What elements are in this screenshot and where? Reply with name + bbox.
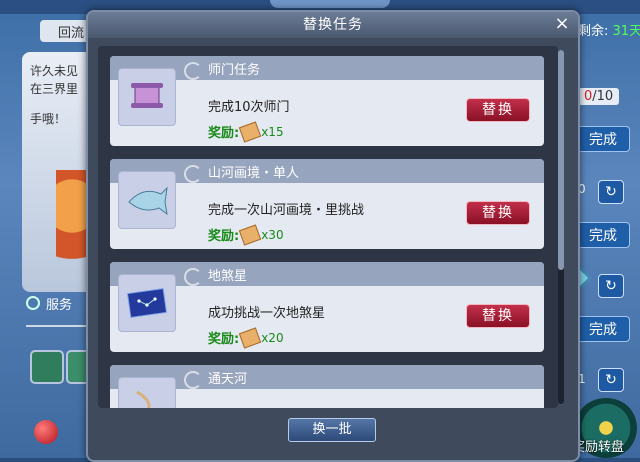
refresh-icon[interactable]: ↻ bbox=[598, 180, 624, 204]
reward-amount: x20 bbox=[261, 330, 284, 345]
speech-line: 在三界里 bbox=[30, 82, 79, 96]
task-title: 通天河 bbox=[208, 372, 248, 387]
task-reward: 奖励: x15 bbox=[208, 120, 284, 143]
reward-label: 奖励: bbox=[208, 229, 240, 244]
reward-label: 奖励: bbox=[208, 126, 240, 141]
reward-amount: x15 bbox=[261, 124, 284, 139]
refresh-icon[interactable]: ↻ bbox=[598, 368, 624, 392]
speech-line: 许久未见 bbox=[30, 64, 79, 78]
task-card: 地煞星 成功挑战一次地煞星 奖励: x20 替换 bbox=[110, 262, 544, 352]
count-total: /10 bbox=[592, 89, 614, 104]
reward-scroll-icon bbox=[239, 223, 262, 246]
scrollbar-thumb[interactable] bbox=[558, 50, 564, 270]
bow-icon bbox=[118, 377, 176, 408]
remaining-days: 剩余: 31天 bbox=[578, 20, 640, 39]
service-section: 服务 bbox=[26, 294, 72, 313]
complete-button[interactable]: 完成 bbox=[576, 222, 630, 248]
npc-speech: 许久未见 在三界里 手哦！ bbox=[30, 62, 90, 128]
task-card: 通天河 bbox=[110, 365, 544, 408]
replace-button[interactable]: 替换 bbox=[466, 98, 530, 122]
reward-scroll-icon bbox=[239, 120, 262, 143]
task-description: 成功挑战一次地煞星 bbox=[208, 306, 326, 321]
replace-button[interactable]: 替换 bbox=[466, 201, 530, 225]
task-card: 师门任务 完成10次师门 奖励: x15 替换 bbox=[110, 56, 544, 146]
purple-scroll-icon bbox=[118, 68, 176, 126]
service-label: 服务 bbox=[46, 298, 73, 313]
red-orb-icon[interactable] bbox=[34, 420, 58, 444]
top-title-plate bbox=[270, 0, 390, 8]
remaining-label: 剩余: bbox=[578, 24, 609, 39]
task-count: 0/10 bbox=[578, 88, 620, 105]
task-reward: 奖励: x20 bbox=[208, 326, 284, 349]
close-icon[interactable]: × bbox=[552, 14, 572, 34]
map-icon[interactable] bbox=[30, 350, 64, 384]
replace-task-dialog: 替换任务 × 师门任务 完成10次师门 奖励: x15 替换 山河画境・单人 完成… bbox=[86, 10, 580, 462]
task-title: 地煞星 bbox=[208, 269, 248, 284]
change-batch-button[interactable]: 换一批 bbox=[288, 418, 376, 442]
swirl-icon bbox=[184, 62, 202, 80]
reward-scroll-icon bbox=[239, 326, 262, 349]
complete-button[interactable]: 完成 bbox=[576, 126, 630, 152]
silver-fish-icon bbox=[118, 171, 176, 229]
complete-button[interactable]: 完成 bbox=[576, 316, 630, 342]
replace-button[interactable]: 替换 bbox=[466, 304, 530, 328]
service-slider[interactable] bbox=[26, 325, 88, 327]
star-map-icon bbox=[118, 274, 176, 332]
task-description: 完成一次山河画境・里挑战 bbox=[208, 203, 365, 218]
task-card: 山河画境・单人 完成一次山河画境・里挑战 奖励: x30 替换 bbox=[110, 159, 544, 249]
service-icon bbox=[26, 296, 40, 310]
reward-amount: x30 bbox=[261, 227, 284, 242]
task-list: 师门任务 完成10次师门 奖励: x15 替换 山河画境・单人 完成一次山河画境・… bbox=[98, 46, 558, 408]
swirl-icon bbox=[184, 371, 202, 389]
task-description: 完成10次师门 bbox=[208, 100, 290, 115]
task-reward: 奖励: x30 bbox=[208, 223, 284, 246]
remaining-value: 31天 bbox=[612, 24, 640, 39]
speech-line: 手哦！ bbox=[30, 112, 67, 126]
swirl-icon bbox=[184, 165, 202, 183]
refresh-icon[interactable]: ↻ bbox=[598, 274, 624, 298]
dialog-title: 替换任务 bbox=[88, 12, 578, 38]
task-title: 师门任务 bbox=[208, 63, 261, 78]
reward-label: 奖励: bbox=[208, 332, 240, 347]
task-title: 山河画境・单人 bbox=[208, 166, 300, 181]
list-scrollbar[interactable] bbox=[558, 50, 564, 404]
swirl-icon bbox=[184, 268, 202, 286]
